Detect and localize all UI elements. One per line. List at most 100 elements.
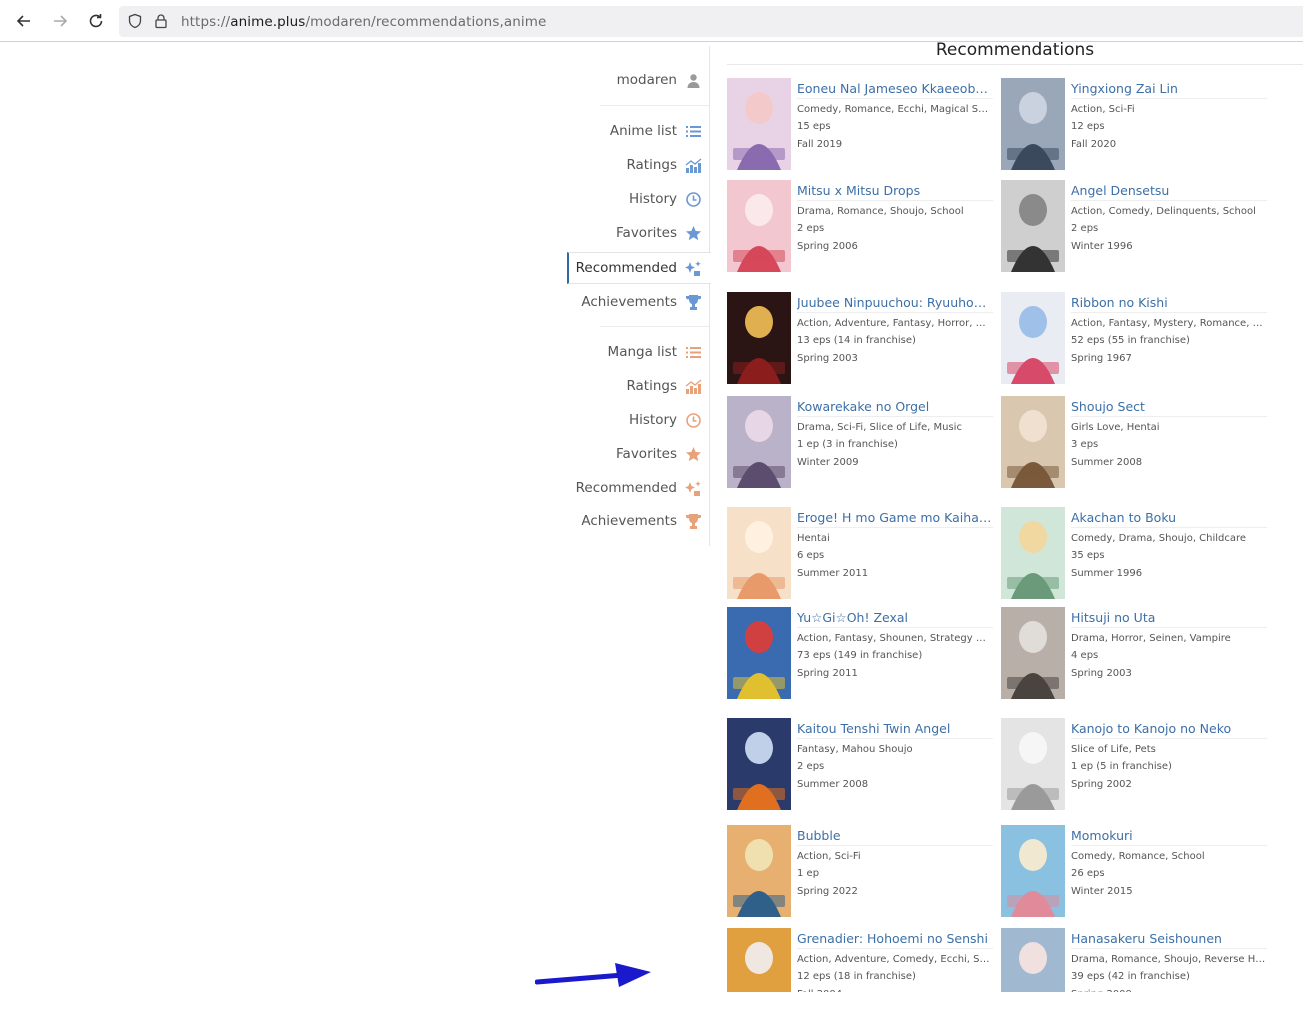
cover-image [1001, 718, 1065, 810]
cover-thumbnail[interactable] [727, 78, 791, 170]
sidebar-item-label: Recommended [575, 480, 677, 496]
sidebar-item-anime-history[interactable]: History [567, 184, 711, 216]
user-profile-link[interactable]: modaren [567, 66, 711, 96]
cover-thumbnail[interactable] [1001, 718, 1065, 810]
genres-text: Girls Love, Hentai [1071, 422, 1160, 433]
sidebar-item-manga-history[interactable]: History [567, 405, 711, 437]
forward-button[interactable] [49, 10, 71, 32]
cover-thumbnail[interactable] [727, 607, 791, 699]
lock-icon[interactable] [153, 13, 169, 29]
arrow-left-icon [16, 15, 30, 27]
recommendation-title-link[interactable]: Bubble [797, 828, 993, 846]
arrow-right-icon [54, 15, 68, 27]
genres-text: Comedy, Romance, Ecchi, Magical Sex S... [797, 104, 993, 115]
sidebar-item-manga-favorites[interactable]: Favorites [567, 439, 711, 471]
recommendation-title-link[interactable]: Yingxiong Zai Lin [1071, 81, 1267, 99]
url-text[interactable]: https://anime.plus/modaren/recommendatio… [181, 14, 546, 30]
episodes-text: 12 eps (18 in franchise) [797, 971, 916, 982]
recommendation-title-link[interactable]: Eoneu Nal Jameseo Kkaeeoboni ... [797, 81, 993, 99]
season-text: Summer 2008 [797, 779, 869, 790]
cover-image [727, 180, 791, 272]
episodes-text: 26 eps [1071, 868, 1105, 879]
season-text: Winter 1996 [1071, 241, 1133, 252]
sidebar-item-manga-recommended[interactable]: Recommended [567, 473, 711, 505]
recommendation-title-link[interactable]: Kaitou Tenshi Twin Angel [797, 721, 993, 739]
recommendation-title-link[interactable]: Yu☆Gi☆Oh! Zexal [797, 610, 993, 628]
recommendation-title-link[interactable]: Akachan to Boku [1071, 510, 1267, 528]
recommendation-card: Kowarekake no Orgel Drama, Sci-Fi, Slice … [727, 396, 997, 496]
recommendation-title-link[interactable]: Momokuri [1071, 828, 1267, 846]
sidebar-item-manga-list[interactable]: Manga list [567, 337, 711, 369]
url-path: /modaren/recommendations,anime [305, 14, 547, 30]
address-bar[interactable]: https://anime.plus/modaren/recommendatio… [119, 6, 1303, 37]
episodes-text: 6 eps [797, 550, 825, 561]
recommendation-title-link[interactable]: Grenadier: Hohoemi no Senshi [797, 931, 993, 949]
cover-thumbnail[interactable] [727, 507, 791, 599]
cover-thumbnail[interactable] [727, 825, 791, 917]
sidebar-item-anime-favorites[interactable]: Favorites [567, 218, 711, 250]
recommendation-title-link[interactable]: Angel Densetsu [1071, 183, 1267, 201]
episodes-text: 1 ep (3 in franchise) [797, 439, 898, 450]
genres-text: Action, Adventure, Comedy, Ecchi, Shou..… [797, 954, 993, 965]
cover-thumbnail[interactable] [1001, 78, 1065, 170]
cover-image [1001, 607, 1065, 699]
episodes-text: 13 eps (14 in franchise) [797, 335, 916, 346]
browser-toolbar: https://anime.plus/modaren/recommendatio… [0, 0, 1303, 42]
star-icon [686, 447, 701, 462]
cover-thumbnail[interactable] [1001, 607, 1065, 699]
cover-image [727, 825, 791, 917]
recommendation-title-link[interactable]: Kanojo to Kanojo no Neko [1071, 721, 1267, 739]
reload-button[interactable] [85, 10, 107, 32]
recommendation-title-link[interactable]: Hanasakeru Seishounen [1071, 931, 1267, 949]
page-title: Recommendations [935, 40, 1095, 60]
sidebar-item-anime-achievements[interactable]: Achievements [567, 287, 711, 319]
recommendation-card: Ribbon no Kishi Action, Fantasy, Mystery,… [1001, 292, 1271, 392]
cover-thumbnail[interactable] [727, 718, 791, 810]
shield-icon[interactable] [127, 13, 143, 29]
sidebar-item-label: Manga list [607, 344, 677, 360]
genres-text: Action, Comedy, Delinquents, School [1071, 206, 1256, 217]
season-text: Spring 2011 [797, 668, 858, 679]
episodes-text: 52 eps (55 in franchise) [1071, 335, 1190, 346]
cover-image [727, 607, 791, 699]
cover-thumbnail[interactable] [727, 292, 791, 384]
sidebar-item-anime-ratings[interactable]: Ratings [567, 150, 711, 182]
season-text: Summer 2008 [1071, 457, 1143, 468]
cover-thumbnail[interactable] [727, 180, 791, 272]
cover-image [727, 292, 791, 384]
cover-thumbnail[interactable] [1001, 292, 1065, 384]
sidebar-item-label: History [628, 191, 677, 207]
cover-thumbnail[interactable] [727, 396, 791, 488]
sidebar-item-anime-list[interactable]: Anime list [567, 116, 711, 148]
recommendation-title-link[interactable]: Kowarekake no Orgel [797, 399, 993, 417]
episodes-text: 2 eps [797, 761, 825, 772]
episodes-text: 12 eps [1071, 121, 1105, 132]
cover-thumbnail[interactable] [1001, 825, 1065, 917]
sparkle-icon [685, 261, 701, 276]
recommendation-title-link[interactable]: Ribbon no Kishi [1071, 295, 1267, 313]
recommendation-title-link[interactable]: Hitsuji no Uta [1071, 610, 1267, 628]
episodes-text: 1 ep [797, 868, 820, 879]
season-text: Spring 2022 [797, 886, 858, 897]
sidebar-item-manga-ratings[interactable]: Ratings [567, 371, 711, 403]
star-icon [686, 226, 701, 241]
trophy-icon [686, 295, 701, 310]
recommendation-title-link[interactable]: Juubee Ninpuuchou: Ryuuhougy... [797, 295, 993, 313]
cover-thumbnail[interactable] [1001, 396, 1065, 488]
cover-thumbnail[interactable] [1001, 180, 1065, 272]
cover-image [1001, 825, 1065, 917]
back-button[interactable] [13, 10, 35, 32]
recommendation-title-link[interactable]: Shoujo Sect [1071, 399, 1267, 417]
recommendation-title-link[interactable]: Mitsu x Mitsu Drops [797, 183, 993, 201]
episodes-text: 35 eps [1071, 550, 1105, 561]
genres-text: Drama, Romance, Shoujo, Reverse Har... [1071, 954, 1267, 965]
recommendation-card: Shoujo Sect Girls Love, Hentai 3 eps Summer… [1001, 396, 1271, 496]
list-icon [686, 126, 701, 137]
recommendation-title-link[interactable]: Eroge! H mo Game mo Kaihatsu ... [797, 510, 993, 528]
season-text: Fall 2020 [1071, 139, 1117, 150]
cover-thumbnail[interactable] [1001, 507, 1065, 599]
sidebar-item-anime-recommended[interactable]: Recommended [567, 252, 711, 284]
sidebar-item-manga-achievements[interactable]: Achievements [567, 506, 711, 538]
sparkle-icon [685, 481, 701, 496]
season-text: Spring 2006 [797, 241, 858, 252]
